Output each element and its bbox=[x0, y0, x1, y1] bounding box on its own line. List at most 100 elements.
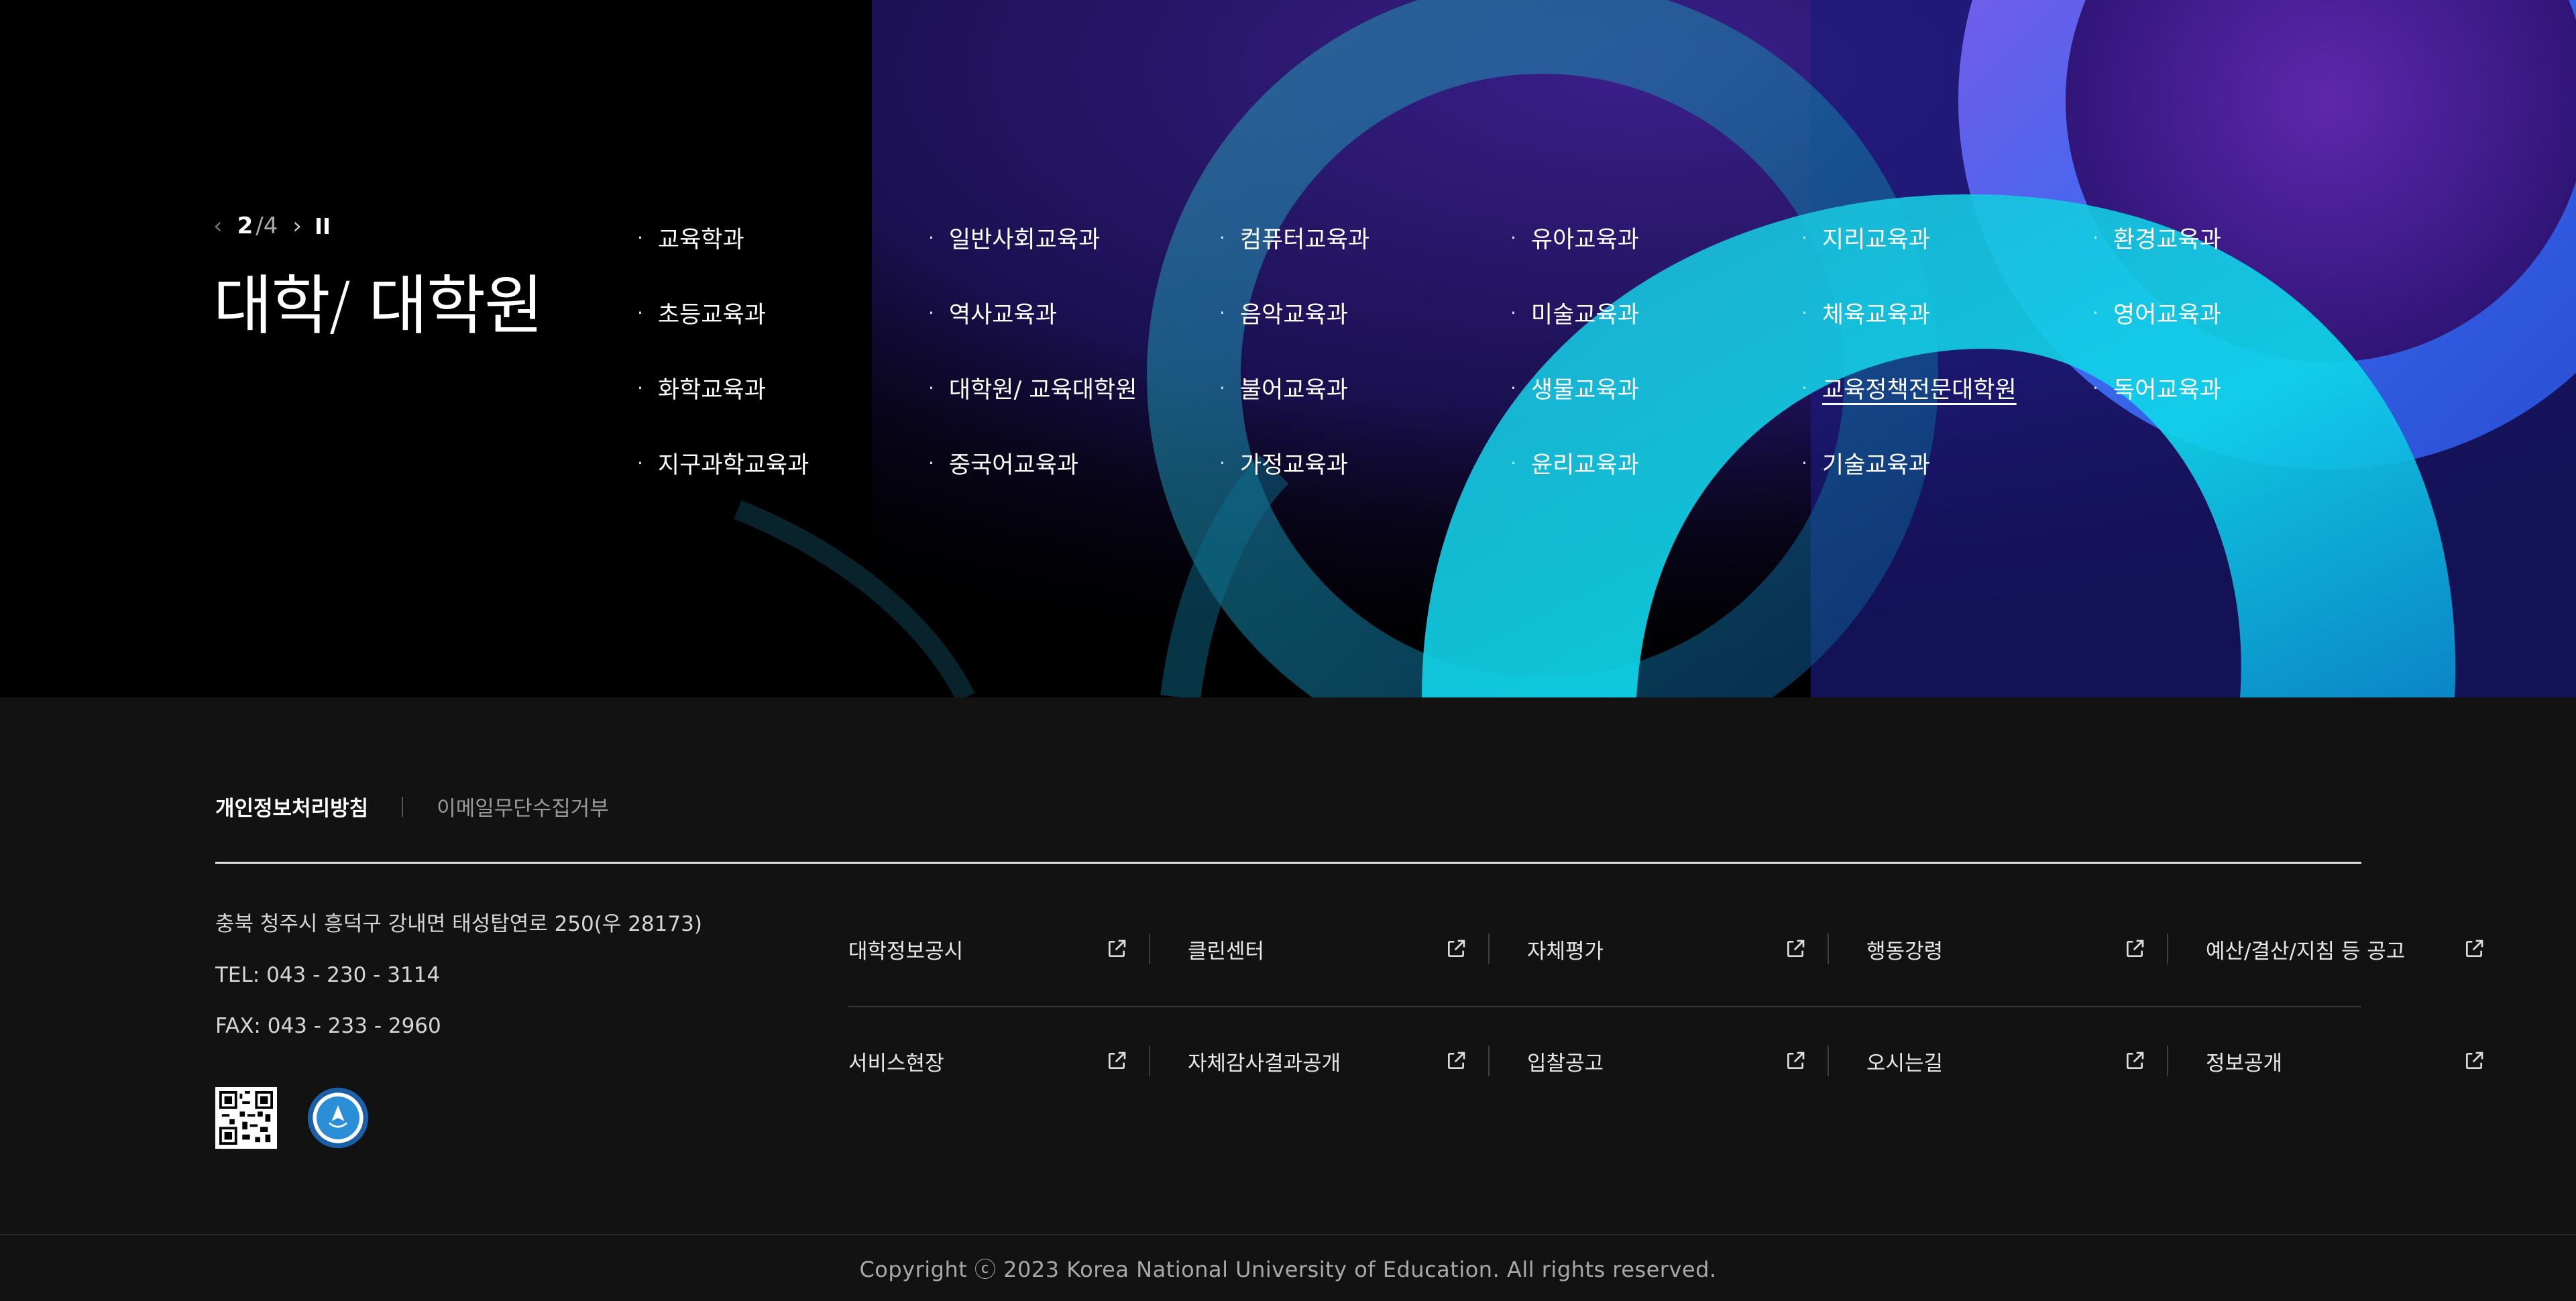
external-link-icon bbox=[1448, 1052, 1465, 1069]
department-label: 화학교육과 bbox=[657, 376, 766, 404]
external-link-icon bbox=[2127, 940, 2144, 957]
department-link[interactable]: · 유아교육과 bbox=[1510, 216, 1801, 259]
quick-link-label: 행동강령 bbox=[1866, 939, 1944, 964]
quick-link[interactable]: 대학정보공시 bbox=[848, 932, 1127, 966]
carousel-next-button[interactable]: › bbox=[292, 215, 302, 237]
quick-link-label: 정보공개 bbox=[2206, 1051, 2283, 1076]
department-link[interactable]: · 환경교육과 bbox=[2092, 216, 2384, 259]
quick-link[interactable]: 행동강령 bbox=[1866, 932, 2145, 966]
department-label: 독어교육과 bbox=[2113, 376, 2221, 404]
bullet-dot: · bbox=[1510, 226, 1516, 249]
qr-code-icon bbox=[215, 1087, 277, 1149]
quick-link-separator bbox=[1149, 934, 1150, 964]
bullet-dot: · bbox=[1801, 451, 1807, 474]
quick-link-separator bbox=[1488, 1045, 1490, 1076]
quick-link[interactable]: 클린센터 bbox=[1188, 932, 1467, 966]
bullet-dot: · bbox=[1510, 301, 1516, 324]
department-label: 중국어교육과 bbox=[948, 451, 1079, 479]
department-link[interactable]: · 초등교육과 bbox=[637, 291, 928, 334]
department-label: 교육학과 bbox=[657, 226, 744, 253]
bullet-dot: · bbox=[1801, 301, 1807, 324]
copyright-text: Copyright ⓒ 2023 Korea National Universi… bbox=[859, 1257, 1717, 1282]
department-label: 가정교육과 bbox=[1239, 451, 1348, 479]
department-link[interactable]: · 독어교육과 bbox=[2092, 366, 2384, 409]
quick-link-slot: 대학정보공시 bbox=[848, 932, 1188, 966]
department-link[interactable]: · 대학원/ 교육대학원 bbox=[928, 366, 1219, 409]
hero-section: ‹ 2 /4 › 대학/ 대학원 · 교육학과 · 일반사회교육과 · 컴퓨터교육과 · 유아… bbox=[0, 0, 2576, 697]
quick-link-label: 입찰공고 bbox=[1527, 1051, 1604, 1076]
department-link[interactable]: · 가정교육과 bbox=[1219, 441, 1510, 484]
quick-link[interactable]: 정보공개 bbox=[2206, 1044, 2485, 1078]
quick-link[interactable]: 예산/결산/지침 등 공고 bbox=[2206, 932, 2485, 966]
department-link[interactable]: · 지구과학교육과 bbox=[637, 441, 928, 484]
bullet-dot: · bbox=[2092, 376, 2098, 399]
address-text: 충북 청주시 흥덕구 강내면 태성탑연로 250(우 28173) bbox=[215, 912, 702, 936]
department-label: 기술교육과 bbox=[1822, 451, 1930, 479]
department-link[interactable]: · 음악교육과 bbox=[1219, 291, 1510, 334]
department-link[interactable]: · 역사교육과 bbox=[928, 291, 1219, 334]
bullet-dot: · bbox=[637, 226, 643, 249]
department-link[interactable]: · 불어교육과 bbox=[1219, 366, 1510, 409]
department-link[interactable]: · 교육학과 bbox=[637, 216, 928, 259]
carousel-prev-button[interactable]: ‹ bbox=[213, 215, 223, 237]
carousel-controls: ‹ 2 /4 › bbox=[213, 209, 329, 243]
carousel-total: /4 bbox=[256, 213, 278, 239]
pause-icon-bar bbox=[324, 218, 329, 234]
bullet-dot: · bbox=[1219, 376, 1225, 399]
site-footer: 개인정보처리방침 이메일무단수집거부 충북 청주시 흥덕구 강내면 태성탑연로 … bbox=[0, 697, 2576, 1301]
department-label: 교육정책전문대학원 bbox=[1822, 376, 2017, 404]
bullet-dot: · bbox=[1219, 226, 1225, 249]
quick-link-label: 대학정보공시 bbox=[848, 939, 964, 964]
external-link-icon bbox=[1448, 940, 1465, 957]
quick-links-row: 대학정보공시 클린센터 자체평가 행동강령 예산/결산/지침 등 공고 bbox=[848, 892, 2483, 1007]
department-link[interactable]: · 생물교육과 bbox=[1510, 366, 1801, 409]
bullet-dot: · bbox=[1510, 451, 1516, 474]
department-label: 윤리교육과 bbox=[1530, 451, 1639, 479]
department-link[interactable]: · 컴퓨터교육과 bbox=[1219, 216, 1510, 259]
quick-link-slot: 자체평가 bbox=[1527, 932, 1866, 966]
quick-link[interactable]: 서비스현장 bbox=[848, 1044, 1127, 1078]
department-link[interactable]: · 윤리교육과 bbox=[1510, 441, 1801, 484]
department-link[interactable]: · 영어교육과 bbox=[2092, 291, 2384, 334]
quick-link-slot: 자체감사결과공개 bbox=[1188, 1044, 1527, 1078]
department-link[interactable]: · 기술교육과 bbox=[1801, 441, 2092, 484]
department-link[interactable]: · 교육정책전문대학원 bbox=[1801, 366, 2092, 409]
bullet-dot: · bbox=[928, 451, 934, 474]
department-link[interactable]: · 체육교육과 bbox=[1801, 291, 2092, 334]
hero-title: 대학/ 대학원 bbox=[213, 268, 543, 343]
department-label: 체육교육과 bbox=[1822, 301, 1930, 329]
privacy-policy-link[interactable]: 개인정보처리방침 bbox=[215, 791, 368, 822]
department-link[interactable]: · 지리교육과 bbox=[1801, 216, 2092, 259]
external-link-icon bbox=[2466, 1052, 2483, 1069]
bullet-dot: · bbox=[928, 376, 934, 399]
quick-link[interactable]: 오시는길 bbox=[1866, 1044, 2145, 1078]
carousel-pause-button[interactable] bbox=[316, 218, 329, 234]
quick-link[interactable]: 자체평가 bbox=[1527, 932, 1806, 966]
department-link-grid: · 교육학과 · 일반사회교육과 · 컴퓨터교육과 · 유아교육과 · 지리교육과 · 환경교육과 · 초… bbox=[637, 216, 2384, 516]
quick-link-separator bbox=[2167, 934, 2168, 964]
department-label: 대학원/ 교육대학원 bbox=[948, 376, 1137, 404]
external-link-icon bbox=[2466, 940, 2483, 957]
footer-badges bbox=[215, 1086, 370, 1149]
quick-link[interactable]: 입찰공고 bbox=[1527, 1044, 1806, 1078]
department-link[interactable]: · 미술교육과 bbox=[1510, 291, 1801, 334]
department-link[interactable]: · 중국어교육과 bbox=[928, 441, 1219, 484]
quick-link-slot: 행동강령 bbox=[1866, 932, 2206, 966]
policy-links: 개인정보처리방침 이메일무단수집거부 bbox=[215, 791, 609, 822]
quick-link-label: 자체감사결과공개 bbox=[1188, 1051, 1341, 1076]
bullet-dot: · bbox=[1510, 376, 1516, 399]
department-label: 불어교육과 bbox=[1239, 376, 1348, 404]
university-seal-icon bbox=[307, 1087, 369, 1149]
pause-icon-bar bbox=[316, 218, 321, 234]
quick-link[interactable]: 자체감사결과공개 bbox=[1188, 1044, 1467, 1078]
quick-link-separator bbox=[1828, 934, 1829, 964]
bullet-dot: · bbox=[1219, 301, 1225, 324]
external-link-icon bbox=[1109, 1052, 1126, 1069]
department-link[interactable]: · 화학교육과 bbox=[637, 366, 928, 409]
bullet-dot: · bbox=[2092, 226, 2098, 249]
department-link[interactable]: · 일반사회교육과 bbox=[928, 216, 1219, 259]
email-refusal-link[interactable]: 이메일무단수집거부 bbox=[437, 791, 609, 822]
copyright-bar: Copyright ⓒ 2023 Korea National Universi… bbox=[0, 1234, 2576, 1301]
external-link-icon bbox=[2127, 1052, 2144, 1069]
bullet-dot: · bbox=[2092, 301, 2098, 324]
